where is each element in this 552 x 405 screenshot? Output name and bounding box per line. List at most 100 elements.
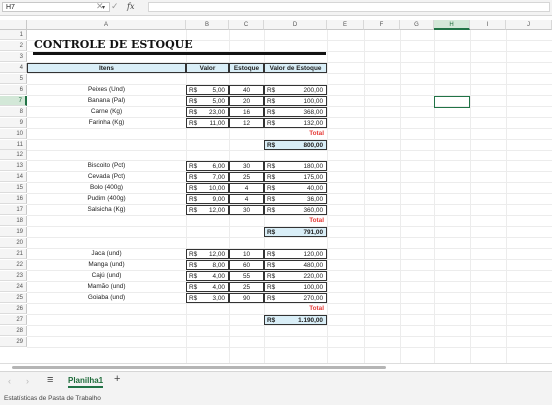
row-header-6[interactable]: 6: [0, 84, 27, 95]
row-header-24[interactable]: 24: [0, 281, 27, 292]
insert-function-icon[interactable]: fx: [127, 2, 134, 11]
grid-line: [400, 30, 401, 363]
sheet-menu-icon[interactable]: ≡: [47, 374, 53, 386]
row-header-11[interactable]: 11: [0, 139, 27, 150]
row-header-21[interactable]: 21: [0, 249, 27, 259]
price-cell: R$ 7,00: [186, 172, 229, 183]
row-header-16[interactable]: 16: [0, 194, 27, 205]
formula-input[interactable]: [148, 2, 550, 12]
stock-value: 200,00: [303, 86, 323, 94]
row-header-2[interactable]: 2: [0, 40, 27, 51]
column-header-a[interactable]: A: [27, 20, 186, 30]
column-header-f[interactable]: F: [364, 20, 400, 30]
price-cell: R$ 4,00: [186, 281, 229, 292]
item-name: Mamão (und): [87, 282, 126, 290]
row-header-22[interactable]: 22: [0, 259, 27, 270]
grid-line: [27, 346, 552, 348]
column-header-d[interactable]: D: [264, 20, 327, 30]
item-name: Cajú (und): [91, 271, 122, 279]
item-name: Biscoito (Pct): [87, 162, 126, 170]
cancel-icon[interactable]: ✕: [96, 1, 104, 12]
row-header-14[interactable]: 14: [0, 172, 27, 183]
row-header-8[interactable]: 8: [0, 106, 27, 117]
sheet-title: CONTROLE DE ESTOQUE: [34, 38, 193, 51]
row-header-17[interactable]: 17: [0, 205, 27, 216]
row-header-15[interactable]: 15: [0, 183, 27, 194]
prev-sheet-icon[interactable]: ‹: [8, 376, 11, 386]
column-header-h[interactable]: H: [434, 20, 470, 30]
row-header-28[interactable]: 28: [0, 325, 27, 336]
item-name: Bolo (400g): [89, 184, 124, 192]
row-header-5[interactable]: 5: [0, 73, 27, 84]
header-valor: Valor: [186, 62, 229, 73]
row-header-1[interactable]: 1: [0, 30, 27, 40]
currency-symbol: R$: [189, 185, 198, 193]
row-header-23[interactable]: 23: [0, 270, 27, 281]
currency-symbol: R$: [267, 207, 276, 215]
total-amount: 791,00: [303, 229, 323, 237]
column-header-b[interactable]: B: [186, 20, 229, 30]
row-header-26[interactable]: 26: [0, 303, 27, 314]
qty-cell: 55: [229, 270, 264, 281]
total-value: R$ 1.190,00: [264, 314, 327, 325]
stock-cell: R$ 40,00: [264, 183, 327, 194]
row-header-10[interactable]: 10: [0, 128, 27, 139]
price-cell: R$ 23,00: [186, 106, 229, 117]
row-header-27[interactable]: 27: [0, 314, 27, 325]
select-all-corner[interactable]: [0, 20, 27, 30]
title-underline: [33, 52, 326, 55]
row-header-13[interactable]: 13: [0, 161, 27, 172]
stock-value: 100,00: [303, 97, 323, 105]
stock-cell: R$ 200,00: [264, 84, 327, 95]
grid-line: [364, 30, 365, 363]
qty-cell: 30: [229, 161, 264, 172]
row-header-29[interactable]: 29: [0, 336, 27, 347]
row-header-19[interactable]: 19: [0, 227, 27, 238]
column-header-i[interactable]: I: [470, 20, 506, 30]
add-sheet-button[interactable]: +: [114, 373, 120, 385]
row-header-12[interactable]: 12: [0, 150, 27, 161]
column-header-c[interactable]: C: [229, 20, 264, 30]
price-cell: R$ 12,00: [186, 205, 229, 216]
price-value: 12,00: [209, 207, 225, 215]
stock-cell: R$ 175,00: [264, 172, 327, 183]
horizontal-scrollbar[interactable]: [12, 366, 386, 369]
grid-line: [27, 335, 552, 337]
confirm-icon[interactable]: ✓: [111, 1, 119, 12]
currency-symbol: R$: [189, 86, 198, 94]
column-header-g[interactable]: G: [400, 20, 434, 30]
tab-planilha1[interactable]: Planilha1: [68, 376, 104, 388]
currency-symbol: R$: [267, 229, 276, 237]
row-header-20[interactable]: 20: [0, 238, 27, 249]
currency-symbol: R$: [267, 185, 276, 193]
item-name: Salsicha (Kg): [87, 206, 126, 214]
column-header-e[interactable]: E: [327, 20, 364, 30]
currency-symbol: R$: [189, 272, 198, 280]
status-text[interactable]: Estatísticas de Pasta de Trabalho: [4, 395, 101, 402]
price-value: 10,00: [209, 185, 225, 193]
price-value: 4,00: [212, 272, 225, 280]
name-box-value: H7: [6, 4, 15, 11]
total-label: Total: [309, 217, 324, 225]
header-itens: Itens: [27, 62, 186, 73]
price-value: 6,00: [212, 163, 225, 171]
name-box[interactable]: H7 ▾: [2, 2, 110, 12]
row-header-18[interactable]: 18: [0, 216, 27, 227]
price-cell: R$ 11,00: [186, 117, 229, 128]
stock-cell: R$ 368,00: [264, 106, 327, 117]
price-cell: R$ 3,00: [186, 292, 229, 303]
selected-cell-h7[interactable]: [434, 95, 470, 108]
row-header-9[interactable]: 9: [0, 117, 27, 128]
qty-cell: 90: [229, 292, 264, 303]
price-value: 7,00: [212, 174, 225, 182]
row-header-25[interactable]: 25: [0, 292, 27, 303]
next-sheet-icon[interactable]: ›: [26, 376, 29, 386]
row-header-4[interactable]: 4: [0, 62, 27, 73]
grid-line: [27, 149, 552, 151]
currency-symbol: R$: [267, 261, 276, 269]
row-header-3[interactable]: 3: [0, 51, 27, 62]
row-header-7[interactable]: 7: [0, 95, 27, 106]
column-header-j[interactable]: J: [506, 20, 552, 30]
qty-cell: 40: [229, 84, 264, 95]
total-label: Total: [309, 129, 324, 137]
